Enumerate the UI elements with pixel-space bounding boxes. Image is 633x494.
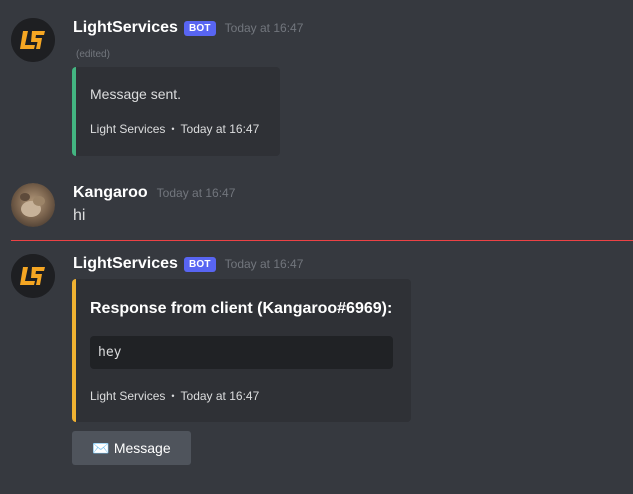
embed-description: Message sent.: [90, 86, 182, 102]
user-avatar[interactable]: [11, 183, 55, 227]
embed: Response from client (Kangaroo#6969): he…: [72, 279, 411, 422]
message-header: LightServices BOT Today at 16:47: [73, 18, 303, 38]
embed: Message sent. Light Services • Today at …: [72, 67, 280, 156]
embed-footer-name: Light Services: [90, 389, 166, 403]
bot-tag: BOT: [183, 256, 216, 272]
lightservices-logo-icon: [11, 254, 55, 298]
chat-messages: LightServices BOT Today at 16:47 (edited…: [0, 0, 633, 494]
footer-separator: •: [171, 124, 175, 134]
embed-footer-time: Today at 16:47: [180, 122, 260, 136]
new-messages-divider: [11, 240, 633, 241]
message-button-label: Message: [113, 440, 171, 456]
kangaroo-photo-avatar: [11, 183, 55, 227]
edited-label: (edited): [76, 49, 110, 60]
message-header: LightServices BOT Today at 16:47: [73, 254, 303, 274]
bot-avatar[interactable]: [11, 18, 55, 62]
code-block: hey: [90, 336, 393, 369]
embed-footer: Light Services • Today at 16:47: [90, 389, 259, 403]
timestamp[interactable]: Today at 16:47: [157, 186, 236, 200]
lightservices-logo-icon: [11, 18, 55, 62]
message-content: hi: [73, 207, 86, 224]
username[interactable]: Kangaroo: [73, 184, 148, 202]
code-text: hey: [98, 345, 122, 360]
embed-title: Response from client (Kangaroo#6969):: [90, 300, 393, 317]
message-button[interactable]: ✉️ Message: [72, 431, 191, 465]
embed-footer: Light Services • Today at 16:47: [90, 122, 259, 136]
embed-footer-name: Light Services: [90, 122, 166, 136]
username[interactable]: LightServices: [73, 19, 178, 37]
embed-footer-time: Today at 16:47: [180, 389, 260, 403]
footer-separator: •: [171, 391, 175, 401]
message-header: Kangaroo Today at 16:47: [73, 183, 235, 203]
timestamp[interactable]: Today at 16:47: [225, 257, 304, 271]
timestamp[interactable]: Today at 16:47: [225, 21, 304, 35]
bot-tag: BOT: [183, 20, 216, 36]
bot-avatar[interactable]: [11, 254, 55, 298]
envelope-icon: ✉️: [92, 439, 110, 456]
username[interactable]: LightServices: [73, 255, 178, 273]
